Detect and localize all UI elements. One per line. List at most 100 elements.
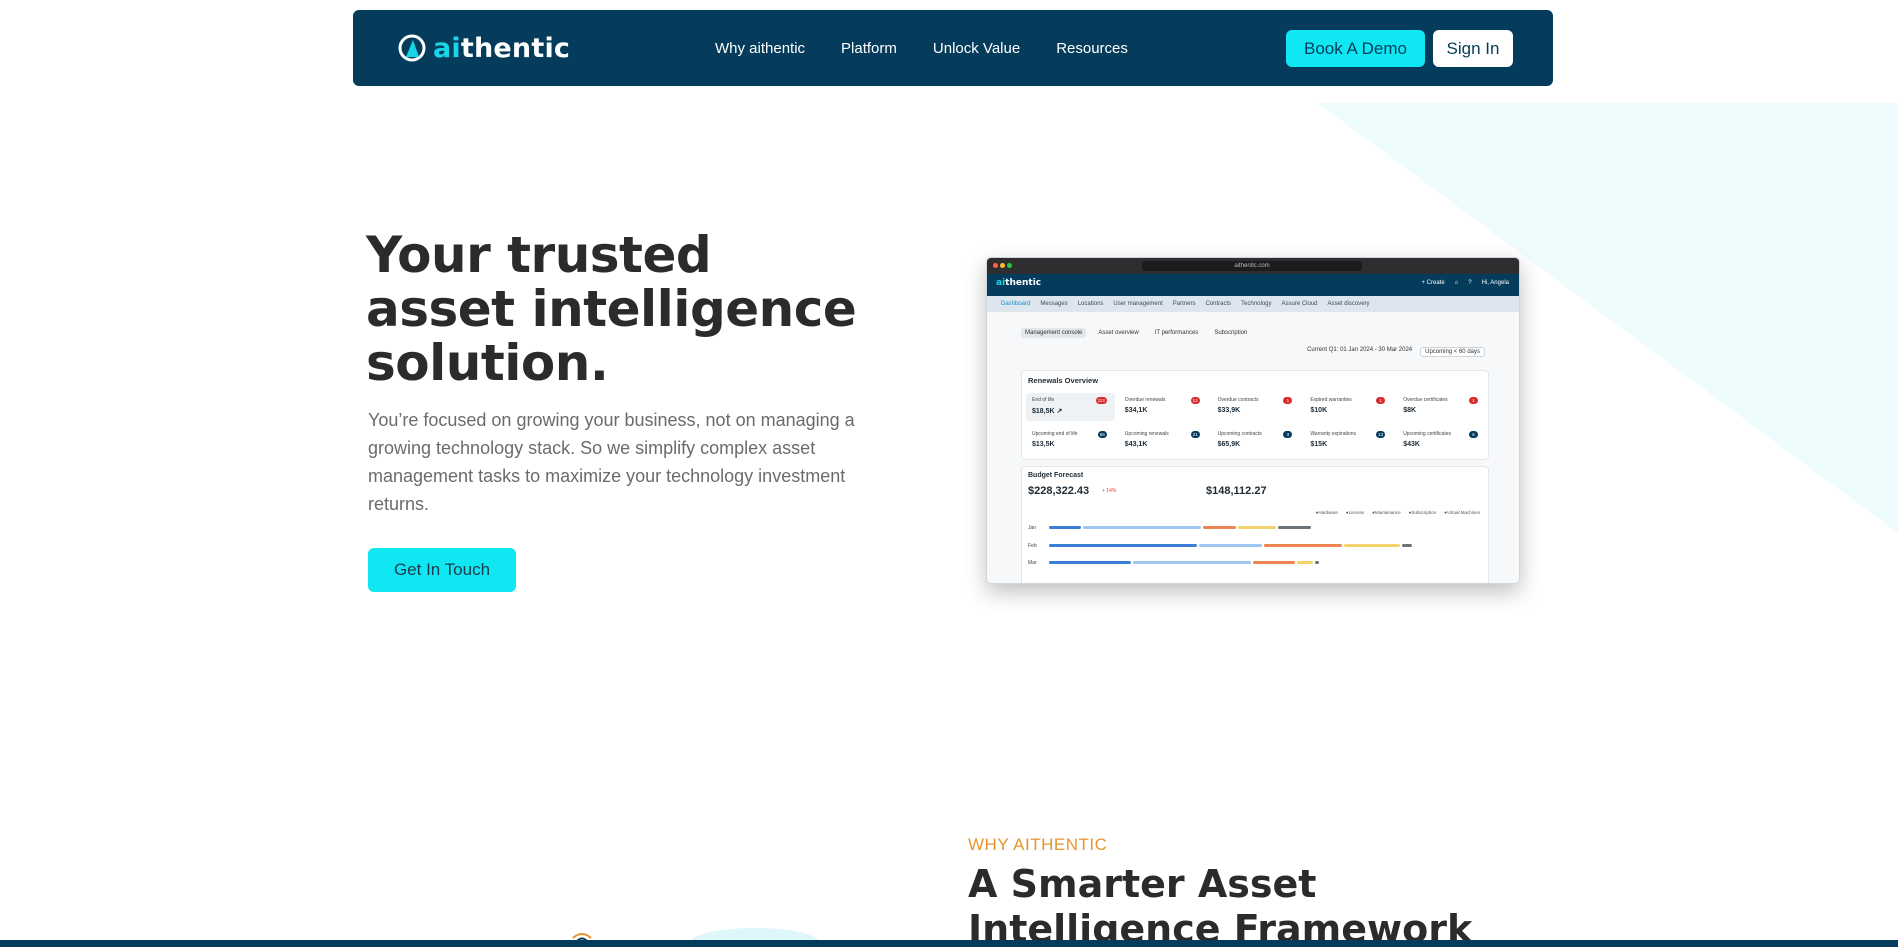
nav-links: Why aithentic Platform Unlock Value Reso… <box>715 10 1128 86</box>
app-nav-item: Asset discovery <box>1327 301 1370 307</box>
product-screenshot: aithentic.com aithentic + Create ⌂ ? Hi,… <box>986 257 1520 584</box>
hero-title-line: asset intelligence <box>366 280 857 338</box>
app-nav-item: Contracts <box>1205 301 1232 307</box>
bar-segment <box>1083 526 1201 529</box>
logo[interactable]: aithentic <box>397 30 570 66</box>
sign-in-button[interactable]: Sign In <box>1433 30 1513 67</box>
top-navigation: aithentic Why aithentic Platform Unlock … <box>353 10 1553 86</box>
window-zoom-dot <box>1007 263 1012 268</box>
kpi-value: $33,9K <box>1217 407 1241 414</box>
app-nav-item: Partners <box>1172 301 1196 307</box>
kpi-value: $18,5K ↗ <box>1032 408 1063 415</box>
budget-legend: Hardware License Maintenance Subscriptio… <box>1316 510 1480 515</box>
kpi-badge: 3 <box>1283 431 1293 438</box>
kpi-label: Warranty expirations <box>1310 431 1357 437</box>
kpi-tile: Upcoming renewals $43,1K 21 <box>1119 427 1208 455</box>
kpi-value: $65,9K <box>1217 441 1241 448</box>
kpi-value: $34,1K <box>1124 407 1148 414</box>
bar-segment <box>1203 526 1236 529</box>
kpi-badge: 13 <box>1376 431 1386 438</box>
hero-description: You’re focused on growing your business,… <box>368 410 855 514</box>
month-label: Jan <box>1028 525 1037 531</box>
budget-delta: + 14% <box>1102 488 1117 494</box>
month-label: Feb <box>1028 543 1037 549</box>
legend-item: Subscription <box>1409 510 1436 515</box>
nav-link-unlock-value[interactable]: Unlock Value <box>933 40 1020 57</box>
kpi-label: Upcoming end of life <box>1032 431 1078 437</box>
kpi-label: Overdue contracts <box>1217 397 1259 403</box>
nav-link-why-aithentic[interactable]: Why aithentic <box>715 40 805 57</box>
help-icon: ? <box>1468 280 1472 286</box>
app-tab: IT performances <box>1154 330 1199 336</box>
upcoming-filter: Upcoming < 60 days <box>1420 347 1485 357</box>
kpi-label: Overdue renewals <box>1124 397 1166 403</box>
window-close-dot <box>993 263 998 268</box>
why-eyebrow: WHY AITHENTIC <box>968 835 1108 854</box>
kpi-grid: End of life $18,5K ↗ 113 Overdue renewals $3… <box>1026 393 1486 455</box>
bar-segment <box>1297 561 1313 564</box>
renewals-title: Renewals Overview <box>1028 376 1099 385</box>
app-nav-item: Assure Cloud <box>1281 301 1318 307</box>
why-title: A Smarter Asset Intelligence Framework <box>968 862 1528 947</box>
renewals-overview-card: Renewals Overview End of life $18,5K ↗ 113… <box>1021 370 1489 460</box>
budget-value-remaining: $148,112.27 <box>1206 485 1267 497</box>
app-nav: Dashboard Messages Locations User manage… <box>987 296 1519 312</box>
kpi-tile: Warranty expirations $15K 13 <box>1304 427 1393 455</box>
app-tab: Subscription <box>1214 330 1248 336</box>
kpi-tile: Upcoming certificates $43K 6 <box>1397 427 1486 455</box>
app-tab: Management console <box>1021 328 1087 338</box>
bar-segment <box>1238 526 1276 529</box>
legend-item: Hardware <box>1316 510 1338 515</box>
book-demo-button[interactable]: Book A Demo <box>1286 30 1425 67</box>
kpi-badge: 21 <box>1190 431 1200 438</box>
bar-segment <box>1264 544 1342 547</box>
why-title-line: A Smarter Asset <box>968 862 1317 906</box>
kpi-label: Upcoming certificates <box>1403 431 1451 437</box>
app-logo: aithentic <box>996 278 1042 288</box>
bottom-border <box>0 940 1898 947</box>
kpi-badge: 6 <box>1469 431 1478 438</box>
budget-value-upcoming: $228,322.43 <box>1028 485 1090 497</box>
app-header-actions: + Create ⌂ ? Hi, Angela <box>1421 280 1509 286</box>
bar-segment <box>1049 544 1197 547</box>
date-range: Current Q1: 01 Jan 2024 - 30 Mar 2024 <box>1307 347 1413 353</box>
bar-segment <box>1049 561 1131 564</box>
kpi-label: Upcoming contracts <box>1217 431 1262 437</box>
app-tabs: Management console Asset overview IT per… <box>1021 328 1251 338</box>
kpi-tile: End of life $18,5K ↗ 113 <box>1026 393 1115 421</box>
kpi-badge: 1 <box>1283 397 1293 404</box>
kpi-badge: 113 <box>1095 397 1107 404</box>
legend-item: Maintenance <box>1372 510 1401 515</box>
app-header: aithentic + Create ⌂ ? Hi, Angela <box>987 274 1519 296</box>
bar-segment <box>1199 544 1262 547</box>
browser-chrome: aithentic.com <box>987 258 1519 274</box>
create-action: + Create <box>1421 280 1445 286</box>
nav-link-resources[interactable]: Resources <box>1056 40 1128 57</box>
kpi-value: $8K <box>1403 407 1417 414</box>
kpi-tile: Overdue contracts $33,9K 1 <box>1212 393 1301 421</box>
kpi-badge: 12 <box>1190 397 1200 404</box>
user-greeting: Hi, Angela <box>1481 280 1509 286</box>
logo-mark-icon <box>398 34 426 62</box>
bar-segment <box>1344 544 1400 547</box>
bar-segment <box>1402 544 1412 547</box>
app-nav-item: Messages <box>1040 301 1068 307</box>
budget-title: Budget Forecast <box>1028 472 1084 479</box>
budget-forecast-card: Budget Forecast $228,322.43 + 14% $148,1… <box>1021 466 1489 583</box>
nav-link-platform[interactable]: Platform <box>841 40 897 57</box>
get-in-touch-button[interactable]: Get In Touch <box>368 548 516 592</box>
app-filters: Current Q1: 01 Jan 2024 - 30 Mar 2024 Up… <box>1307 347 1485 357</box>
legend-item: Virtual Machines <box>1444 510 1480 515</box>
kpi-label: Upcoming renewals <box>1124 431 1169 437</box>
hero-title-line: Your trusted <box>366 226 712 284</box>
app-nav-item: User management <box>1113 301 1163 307</box>
bar-segment <box>1049 526 1081 529</box>
window-minimize-dot <box>1000 263 1005 268</box>
kpi-value: $43K <box>1403 441 1420 448</box>
browser-url-bar: aithentic.com <box>1142 261 1362 271</box>
kpi-tile: Upcoming contracts $65,9K 3 <box>1212 427 1301 455</box>
kpi-value: $13,5K <box>1032 441 1055 448</box>
kpi-value: $15K <box>1310 441 1328 448</box>
kpi-label: Overdue certificates <box>1403 397 1448 403</box>
kpi-label: End of life <box>1032 397 1055 403</box>
